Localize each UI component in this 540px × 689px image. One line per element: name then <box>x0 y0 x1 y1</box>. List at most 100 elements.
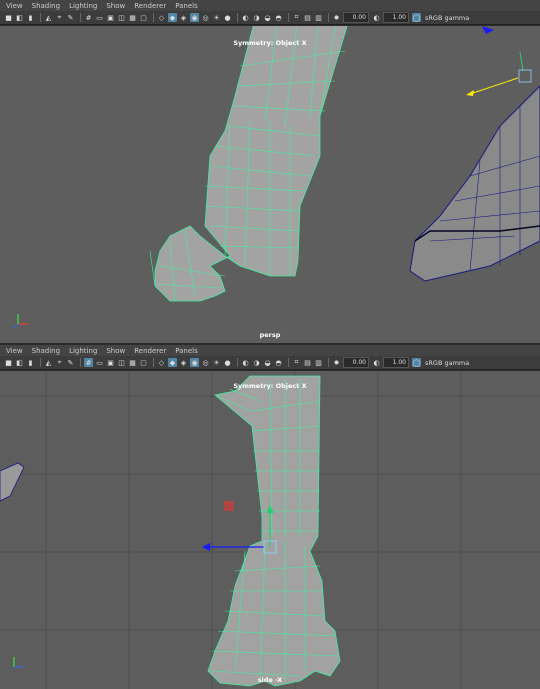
antialias-icon[interactable]: ◒ <box>263 358 272 367</box>
gate-mask-icon[interactable]: ◫ <box>117 13 126 22</box>
gamma-icon[interactable]: ◐ <box>372 358 381 367</box>
toolbar-divider <box>237 358 238 367</box>
xray-joints-icon[interactable]: ◎ <box>201 13 210 22</box>
symmetry-label: Symmetry: Object X <box>233 382 307 390</box>
gate-mask-icon[interactable]: ◫ <box>117 358 126 367</box>
gamma-field[interactable]: 1.00 <box>383 357 409 368</box>
menu-shading[interactable]: Shading <box>32 347 60 355</box>
camera-attr-icon[interactable]: ◧ <box>15 13 24 22</box>
toolbar-divider <box>237 13 238 22</box>
menu-view[interactable]: View <box>6 2 23 10</box>
symmetry-label: Symmetry: Object X <box>233 39 307 47</box>
image-plane-icon[interactable]: ◭ <box>44 358 53 367</box>
move-manipulator[interactable] <box>466 26 532 96</box>
viewport-side[interactable]: Symmetry: Object X side -X <box>0 371 540 689</box>
menu-shading[interactable]: Shading <box>32 2 60 10</box>
xray-icon[interactable]: ◉ <box>190 13 199 22</box>
grid-icon[interactable]: # <box>84 13 93 22</box>
wireframe-on-shaded-icon[interactable]: ◈ <box>179 358 188 367</box>
gamma-icon[interactable]: ◐ <box>372 13 381 22</box>
field-chart-icon[interactable]: ▦ <box>128 358 137 367</box>
field-chart-icon[interactable]: ▦ <box>128 13 137 22</box>
isolate-icon[interactable]: ⌗ <box>292 13 301 22</box>
axis-gizmo <box>13 314 28 329</box>
color-management-icon[interactable]: ◯ <box>412 358 421 367</box>
menu-show[interactable]: Show <box>106 347 125 355</box>
depth-of-field-icon[interactable]: ◓ <box>274 358 283 367</box>
ambient-occlusion-icon[interactable]: ◐ <box>241 358 250 367</box>
wireframe-icon[interactable]: ◇ <box>157 358 166 367</box>
camera-attr-icon[interactable]: ◧ <box>15 358 24 367</box>
arm-mesh <box>207 375 341 687</box>
shadows-icon[interactable]: ● <box>223 358 232 367</box>
camera-label: side -X <box>257 676 283 684</box>
xray-active-icon[interactable]: ▤ <box>303 13 312 22</box>
resolution-gate-icon[interactable]: ▣ <box>106 358 115 367</box>
grid-icon[interactable]: # <box>84 358 93 367</box>
exposure-icon[interactable]: ✹ <box>332 358 341 367</box>
camera-icon[interactable]: ■ <box>4 13 13 22</box>
menu-show[interactable]: Show <box>106 2 125 10</box>
xray-icon[interactable]: ◉ <box>190 358 199 367</box>
xray-active-icon[interactable]: ▤ <box>303 358 312 367</box>
bookmark-icon[interactable]: ▮ <box>26 358 35 367</box>
image-plane-icon[interactable]: ◭ <box>44 13 53 22</box>
camera-label: persp <box>259 331 281 339</box>
menu-lighting[interactable]: Lighting <box>69 2 97 10</box>
gamma-field[interactable]: 1.00 <box>383 12 409 23</box>
color-management-icon[interactable]: ◯ <box>412 13 421 22</box>
isolate-icon[interactable]: ⌗ <box>292 358 301 367</box>
depth-of-field-icon[interactable]: ◓ <box>274 13 283 22</box>
antialias-icon[interactable]: ◒ <box>263 13 272 22</box>
toolbar-divider <box>40 358 41 367</box>
viewport-persp[interactable]: Symmetry: Object X persp <box>0 26 540 343</box>
film-gate-icon[interactable]: ▭ <box>95 13 104 22</box>
xray-components-icon[interactable]: ▥ <box>314 358 323 367</box>
toolbar-divider <box>153 358 154 367</box>
motion-blur-icon[interactable]: ◑ <box>252 358 261 367</box>
toolbar-divider <box>288 13 289 22</box>
menu-view[interactable]: View <box>6 347 23 355</box>
grease-pencil-icon[interactable]: ✎ <box>66 13 75 22</box>
menu-renderer[interactable]: Renderer <box>134 2 166 10</box>
two-d-pan-icon[interactable]: ⌖ <box>55 358 64 367</box>
camera-icon[interactable]: ■ <box>4 358 13 367</box>
safe-action-icon[interactable]: ▢ <box>139 13 148 22</box>
exposure-icon[interactable]: ✹ <box>332 13 341 22</box>
shadows-icon[interactable]: ● <box>223 13 232 22</box>
panel-toolbar: ■ ◧ ▮ ◭ ⌖ ✎ # ▭ ▣ ◫ ▦ ▢ ◇ ◆ ◈ ◉ ◎ ☀ ● ◐ … <box>0 356 540 370</box>
menu-renderer[interactable]: Renderer <box>134 347 166 355</box>
two-d-pan-icon[interactable]: ⌖ <box>55 13 64 22</box>
color-space-select[interactable]: sRGB gamma <box>425 14 469 22</box>
panel-toolbar: ■ ◧ ▮ ◭ ⌖ ✎ # ▭ ▣ ◫ ▦ ▢ ◇ ◆ ◈ ◉ ◎ ☀ ● ◐ … <box>0 11 540 25</box>
axis-gizmo <box>13 657 24 668</box>
grease-pencil-icon[interactable]: ✎ <box>66 358 75 367</box>
wireframe-icon[interactable]: ◇ <box>157 13 166 22</box>
viewport-panel-persp: View Shading Lighting Show Renderer Pane… <box>0 0 540 343</box>
resolution-gate-icon[interactable]: ▣ <box>106 13 115 22</box>
exposure-field[interactable]: 0.00 <box>343 12 369 23</box>
smooth-shade-icon[interactable]: ◆ <box>168 13 177 22</box>
motion-blur-icon[interactable]: ◑ <box>252 13 261 22</box>
secondary-mesh <box>409 85 540 282</box>
color-space-select[interactable]: sRGB gamma <box>425 359 469 367</box>
xray-joints-icon[interactable]: ◎ <box>201 358 210 367</box>
menu-lighting[interactable]: Lighting <box>69 347 97 355</box>
toolbar-divider <box>153 13 154 22</box>
light-icon[interactable]: ☀ <box>212 358 221 367</box>
film-gate-icon[interactable]: ▭ <box>95 358 104 367</box>
xray-components-icon[interactable]: ▥ <box>314 13 323 22</box>
bookmark-icon[interactable]: ▮ <box>26 13 35 22</box>
smooth-shade-icon[interactable]: ◆ <box>168 358 177 367</box>
menu-panels[interactable]: Panels <box>175 2 198 10</box>
toolbar-divider <box>328 13 329 22</box>
toolbar-divider <box>288 358 289 367</box>
exposure-field[interactable]: 0.00 <box>343 357 369 368</box>
ambient-occlusion-icon[interactable]: ◐ <box>241 13 250 22</box>
light-icon[interactable]: ☀ <box>212 13 221 22</box>
menu-panels[interactable]: Panels <box>175 347 198 355</box>
wireframe-on-shaded-icon[interactable]: ◈ <box>179 13 188 22</box>
safe-action-icon[interactable]: ▢ <box>139 358 148 367</box>
hand-mesh <box>149 26 348 302</box>
panel-menubar: View Shading Lighting Show Renderer Pane… <box>0 345 540 356</box>
